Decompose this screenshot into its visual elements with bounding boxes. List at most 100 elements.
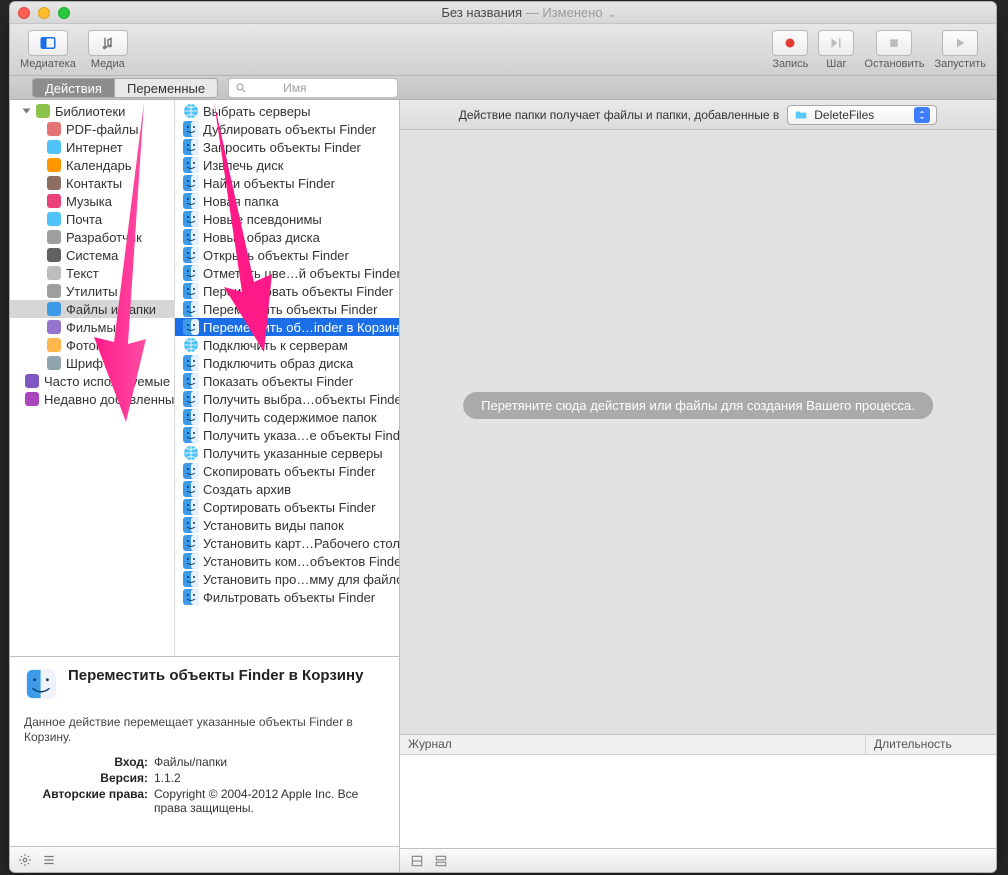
workflow-canvas[interactable]: Перетяните сюда действия или файлы для с… <box>400 130 996 734</box>
finder-icon <box>24 667 58 701</box>
action-row[interactable]: Отметить цве…й объекты Finder <box>175 264 399 282</box>
action-row[interactable]: Найти объекты Finder <box>175 174 399 192</box>
action-label: Установить виды папок <box>203 518 344 533</box>
action-row[interactable]: Подключить к серверам <box>175 336 399 354</box>
action-label: Открыть объекты Finder <box>203 248 349 263</box>
sidebar-item-mail[interactable]: Почта <box>10 210 174 228</box>
minimize-window-button[interactable] <box>38 7 50 19</box>
sidebar-item-mus[interactable]: Музыка <box>10 192 174 210</box>
action-label: Получить выбра…объекты Finder <box>203 392 399 407</box>
sidebar-library-root[interactable]: Библиотеки <box>10 102 174 120</box>
stop-button[interactable]: Остановить <box>864 30 924 70</box>
sidebar-frequent[interactable]: Часто используемые <box>10 372 174 390</box>
stop-label: Остановить <box>864 58 924 70</box>
sidebar-item-txt[interactable]: Текст <box>10 264 174 282</box>
sidebar-item-film[interactable]: Фильмы <box>10 318 174 336</box>
action-row[interactable]: Выбрать серверы <box>175 102 399 120</box>
action-row[interactable]: Извлечь диск <box>175 156 399 174</box>
action-row[interactable]: Переместить объекты Finder <box>175 300 399 318</box>
action-label: Установить про…мму для файлов <box>203 572 399 587</box>
sidebar-recent[interactable]: Недавно добавленные <box>10 390 174 408</box>
action-row[interactable]: Получить указанные серверы <box>175 444 399 462</box>
chevron-down-icon: ⌄ <box>608 9 616 20</box>
sidebar-item-label: Файлы и папки <box>66 302 156 317</box>
search-input[interactable]: Имя <box>228 78 398 98</box>
action-row[interactable]: Переместить об…inder в Корзину <box>175 318 399 336</box>
sidebar-item-pdf[interactable]: PDF-файлы <box>10 120 174 138</box>
action-row[interactable]: Дублировать объекты Finder <box>175 120 399 138</box>
log-col-journal[interactable]: Журнал <box>400 735 866 754</box>
layout-icon-2[interactable] <box>434 854 448 868</box>
finder-action-icon <box>183 481 199 497</box>
action-row[interactable]: Установить ком…объектов Finder <box>175 552 399 570</box>
action-label: Переместить об…inder в Корзину <box>203 320 399 335</box>
sidebar-item-dev[interactable]: Разработчик <box>10 228 174 246</box>
globe-icon <box>183 337 199 353</box>
dev-icon <box>46 229 62 245</box>
action-row[interactable]: Получить содержимое папок <box>175 408 399 426</box>
list-icon[interactable] <box>42 853 56 867</box>
sidebar-item-cal[interactable]: Календарь <box>10 156 174 174</box>
sidebar-item-photo[interactable]: Фотографии <box>10 336 174 354</box>
library-button[interactable]: Медиатека <box>20 30 76 70</box>
sidebar-item-web[interactable]: Интернет <box>10 138 174 156</box>
sidebar-item-font[interactable]: Шрифты <box>10 354 174 372</box>
sidebar-item-util[interactable]: Утилиты <box>10 282 174 300</box>
layout-icon-1[interactable] <box>410 854 424 868</box>
finder-action-icon <box>183 427 199 443</box>
action-label: Получить содержимое папок <box>203 410 377 425</box>
detail-description: Данное действие перемещает указанные объ… <box>24 715 385 745</box>
sidebar-item-sys[interactable]: Система <box>10 246 174 264</box>
step-button[interactable]: Шаг <box>818 30 854 70</box>
globe-icon <box>183 445 199 461</box>
action-label: Получить указа…е объекты Finder <box>203 428 399 443</box>
action-row[interactable]: Установить карт…Рабочего стола <box>175 534 399 552</box>
sidebar-root-label: Библиотеки <box>55 104 125 119</box>
media-label: Медиа <box>91 58 125 70</box>
action-row[interactable]: Подключить образ диска <box>175 354 399 372</box>
disclosure-triangle-icon[interactable] <box>23 109 31 114</box>
detail-input-value: Файлы/папки <box>154 755 385 769</box>
action-row[interactable]: Новый образ диска <box>175 228 399 246</box>
action-row[interactable]: Показать объекты Finder <box>175 372 399 390</box>
finder-action-icon <box>183 247 199 263</box>
files-icon <box>46 301 62 317</box>
action-row[interactable]: Получить выбра…объекты Finder <box>175 390 399 408</box>
finder-action-icon <box>183 463 199 479</box>
action-row[interactable]: Новые псевдонимы <box>175 210 399 228</box>
sidebar-item-files[interactable]: Файлы и папки <box>10 300 174 318</box>
window-title[interactable]: Без названия — Изменено ⌄ <box>70 5 988 20</box>
action-row[interactable]: Переименовать объекты Finder <box>175 282 399 300</box>
search-icon <box>235 82 247 94</box>
tab-variables[interactable]: Переменные <box>114 78 218 98</box>
mus-icon <box>46 193 62 209</box>
action-row[interactable]: Фильтровать объекты Finder <box>175 588 399 606</box>
run-button[interactable]: Запустить <box>934 30 986 70</box>
folder-select[interactable]: DeleteFiles <box>787 105 937 125</box>
action-row[interactable]: Новая папка <box>175 192 399 210</box>
action-row[interactable]: Установить виды папок <box>175 516 399 534</box>
log-col-duration[interactable]: Длительность <box>866 735 996 754</box>
sidebar-item-con[interactable]: Контакты <box>10 174 174 192</box>
action-row[interactable]: Сортировать объекты Finder <box>175 498 399 516</box>
cal-icon <box>46 157 62 173</box>
action-label: Новый образ диска <box>203 230 320 245</box>
detail-version-value: 1.1.2 <box>154 771 385 785</box>
action-row[interactable]: Открыть объекты Finder <box>175 246 399 264</box>
maximize-window-button[interactable] <box>58 7 70 19</box>
gear-icon[interactable] <box>18 853 32 867</box>
action-row[interactable]: Установить про…мму для файлов <box>175 570 399 588</box>
step-label: Шаг <box>826 58 846 70</box>
close-window-button[interactable] <box>18 7 30 19</box>
workflow-pane: Действие папки получает файлы и папки, д… <box>400 100 996 872</box>
media-button[interactable]: Медиа <box>88 30 128 70</box>
finder-action-icon <box>183 175 199 191</box>
action-row[interactable]: Создать архив <box>175 480 399 498</box>
sidebar-item-label: Музыка <box>66 194 112 209</box>
action-row[interactable]: Скопировать объекты Finder <box>175 462 399 480</box>
sidebar-item-label: Утилиты <box>66 284 118 299</box>
action-row[interactable]: Запросить объекты Finder <box>175 138 399 156</box>
action-row[interactable]: Получить указа…е объекты Finder <box>175 426 399 444</box>
tab-actions[interactable]: Действия <box>32 78 114 98</box>
record-button[interactable]: Запись <box>772 30 808 70</box>
